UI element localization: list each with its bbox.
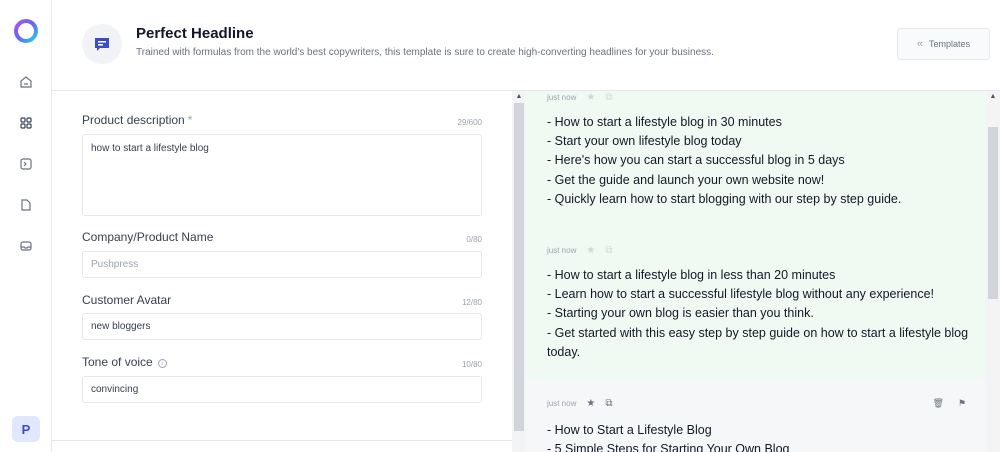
result-card: just now ★ ⧉ 🗑 ⚑ - How to Start a Lifest… (526, 379, 986, 452)
result-card: just now ★ ⧉ - How to start a lifestyle … (526, 91, 986, 225)
result-lines: - How to start a lifestyle blog in 30 mi… (547, 113, 972, 209)
input-form: Product description * 29/600 how to start… (52, 91, 512, 452)
result-line: - Here's how you can start a successful … (547, 153, 845, 168)
result-timestamp: just now (547, 399, 577, 408)
company-name-input[interactable]: Pushpress (82, 251, 482, 278)
product-description-counter: 29/600 (457, 118, 482, 127)
result-line: - How to start a lifestyle blog in 30 mi… (547, 115, 782, 129)
results-panel: just now ★ ⧉ - How to start a lifestyle … (526, 91, 986, 452)
templates-button-label: Templates (929, 39, 971, 49)
result-line: - How to Start a Lifestyle Blog (547, 423, 712, 437)
result-lines: - How to Start a Lifestyle Blog - 5 Simp… (547, 421, 972, 452)
star-icon[interactable]: ★ (586, 92, 595, 103)
result-card: just now ★ ⧉ - How to start a lifestyle … (526, 225, 986, 379)
result-actions: 🗑 ⚑ (932, 398, 966, 409)
copy-icon[interactable]: ⧉ (605, 398, 612, 409)
result-lines: - How to start a lifestyle blog in less … (547, 266, 972, 362)
tone-of-voice-label: Tone of voice i (82, 355, 167, 369)
sidebar: P (0, 0, 52, 452)
product-description-label: Product description * (82, 113, 193, 127)
scroll-up-arrow-icon[interactable]: ▲ (986, 92, 1000, 102)
inbox-icon[interactable] (17, 237, 35, 255)
result-meta: just now ★ ⧉ (547, 398, 612, 409)
result-line: - How to start a lifestyle blog in less … (547, 268, 836, 282)
copy-icon[interactable]: ⧉ (605, 92, 612, 103)
customer-avatar-input[interactable]: new bloggers (82, 313, 482, 340)
user-avatar[interactable]: P (12, 416, 40, 442)
result-timestamp: just now (547, 93, 577, 102)
flag-icon[interactable]: ⚑ (958, 398, 966, 409)
form-scrollbar[interactable]: ▲ (512, 91, 526, 452)
result-line: - Start your own lifestyle blog today (547, 134, 742, 149)
grid-icon[interactable] (17, 114, 35, 132)
tone-of-voice-input[interactable]: convincing (82, 376, 482, 403)
scroll-up-arrow-icon[interactable]: ▲ (512, 92, 526, 102)
document-icon[interactable] (17, 196, 35, 214)
app-window: P Perfect Headline Trained with formulas… (0, 0, 1000, 452)
result-timestamp: just now (547, 246, 577, 255)
result-line: - Get started with this easy step by ste… (547, 325, 969, 359)
templates-button[interactable]: « Templates (897, 28, 990, 60)
results-scrollbar[interactable]: ▲ (986, 91, 1000, 452)
page-title: Perfect Headline (136, 25, 254, 42)
page-subtitle: Trained with formulas from the world's b… (136, 47, 714, 58)
tone-of-voice-counter: 10/80 (461, 360, 482, 369)
home-icon[interactable] (17, 73, 35, 91)
result-meta: just now ★ ⧉ (547, 245, 612, 256)
app-logo-icon[interactable] (13, 18, 39, 44)
page-header: Perfect Headline Trained with formulas f… (52, 0, 1000, 91)
double-chevron-left-icon: « (916, 38, 924, 50)
result-line: - Starting your own blog is easier than … (547, 306, 814, 321)
info-icon[interactable]: i (157, 359, 167, 368)
divider (52, 440, 512, 441)
trash-icon[interactable]: 🗑 (932, 398, 943, 409)
result-line: - 5 Simple Steps for Starting Your Own B… (547, 442, 790, 452)
result-meta: just now ★ ⧉ (547, 92, 612, 103)
product-description-textarea[interactable]: how to start a lifestyle blog (82, 134, 482, 216)
copy-icon[interactable]: ⧉ (605, 245, 612, 256)
company-name-counter: 0/80 (466, 235, 482, 244)
result-line: - Get the guide and launch your own webs… (547, 172, 825, 187)
result-line: - Quickly learn how to start blogging wi… (547, 191, 902, 206)
star-icon[interactable]: ★ (586, 245, 595, 256)
result-line: - Learn how to start a successful lifest… (547, 287, 935, 302)
required-mark: * (187, 113, 193, 127)
customer-avatar-counter: 12/80 (461, 298, 482, 307)
company-name-label: Company/Product Name (82, 230, 214, 244)
scrollbar-thumb[interactable] (988, 127, 998, 299)
star-icon[interactable]: ★ (586, 398, 595, 409)
terminal-icon[interactable] (17, 155, 35, 173)
chat-message-icon (82, 24, 122, 64)
customer-avatar-label: Customer Avatar (82, 293, 172, 307)
scrollbar-thumb[interactable] (514, 103, 524, 431)
